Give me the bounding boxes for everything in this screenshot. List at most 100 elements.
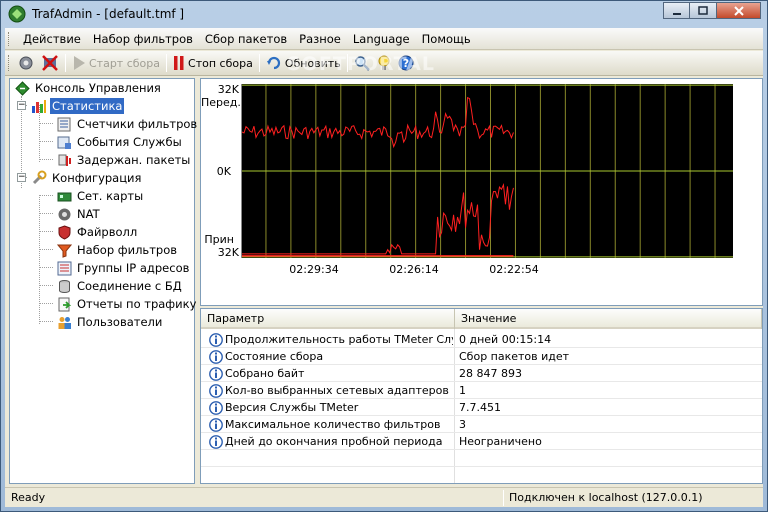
tree-item-label: События Службы <box>77 135 182 149</box>
start-capture-button[interactable]: Старт сбора <box>69 52 163 74</box>
wrench-icon <box>32 170 47 185</box>
pause-icon <box>174 56 184 70</box>
tree-item-statistics[interactable]: Статистика <box>31 97 125 115</box>
maximize-button[interactable] <box>690 2 717 19</box>
settings-button[interactable] <box>14 52 38 74</box>
graph-top-value: 32K <box>217 83 239 96</box>
tree-item-nat[interactable]: NAT <box>56 205 102 223</box>
parameter-value: Сбор пакетов идет <box>459 350 570 363</box>
tree-item-label: Консоль Управления <box>35 81 161 95</box>
traffic-graph-panel: 32K Перед. 0K Прин 32K 02:29:34 02:26:14… <box>200 78 763 306</box>
tree-item-label: Группы IP адресов <box>77 261 190 275</box>
tree-item-traffic-reports[interactable]: Отчеты по трафику <box>56 295 198 313</box>
tree-item-label: Статистика <box>50 98 125 114</box>
graph-top-label: Перед. <box>201 96 241 109</box>
stop-capture-button[interactable]: Стоп сбора <box>170 52 256 74</box>
tree-item-users[interactable]: Пользователи <box>56 313 164 331</box>
tree-item-configuration[interactable]: Конфигурация <box>31 169 143 187</box>
parameter-name: Состояние сбора <box>225 350 324 363</box>
menu-packet-capture[interactable]: Сбор пакетов <box>199 32 293 46</box>
menu-bar: Действие Набор фильтров Сбор пакетов Раз… <box>5 28 763 50</box>
traffic-graph <box>241 84 733 258</box>
parameter-name: Дней до окончания пробной периода <box>225 435 443 448</box>
column-header-value[interactable]: Значение <box>455 309 762 329</box>
table-row[interactable]: Состояние сбора Сбор пакетов идет <box>201 348 762 365</box>
menu-action[interactable]: Действие <box>17 32 87 46</box>
client-area: Действие Набор фильтров Сбор пакетов Раз… <box>5 28 763 507</box>
tree-item-filter-counters[interactable]: Счетчики фильтров <box>56 115 199 133</box>
status-divider <box>503 490 504 506</box>
users-icon <box>58 316 71 329</box>
config-collapse-toggle[interactable]: − <box>17 173 26 182</box>
database-icon <box>58 279 70 293</box>
disconnect-button[interactable] <box>38 52 62 74</box>
menu-filter-set[interactable]: Набор фильтров <box>87 32 199 46</box>
toolbar-grip[interactable] <box>8 55 11 71</box>
parameter-value: Неограничено <box>459 435 542 448</box>
status-connection: Подключен к localhost (127.0.0.1) <box>509 491 703 504</box>
toolbar-separator <box>65 54 66 72</box>
table-row[interactable]: Максимальное количество фильтров 3 <box>201 416 762 433</box>
toolbar-separator <box>166 54 168 72</box>
tree-item-label: Задержан. пакеты <box>77 153 191 167</box>
window-title: TrafAdmin - [default.tmf ] <box>32 7 185 21</box>
table-row[interactable]: Собрано байт 28 847 893 <box>201 365 762 382</box>
info-icon <box>209 332 223 347</box>
tree-item-console-root[interactable]: Консоль Управления <box>14 79 163 97</box>
column-header-parameter[interactable]: Параметр <box>201 309 455 329</box>
network-card-icon <box>57 192 71 201</box>
tree-item-service-events[interactable]: События Службы <box>56 133 184 151</box>
refresh-icon <box>266 56 280 70</box>
bar-chart-icon <box>32 100 46 113</box>
close-button[interactable] <box>717 2 761 19</box>
table-row[interactable]: Версия Службы TMeter 7.7.451 <box>201 399 762 416</box>
graph-mid-value: 0K <box>216 165 231 178</box>
console-icon <box>14 80 30 96</box>
tree-item-label: NAT <box>77 207 100 221</box>
maximize-icon <box>698 5 708 15</box>
navigation-tree: − − Консоль Управления Статистика Счетчи… <box>9 78 198 484</box>
menu-help[interactable]: Помощь <box>416 32 477 46</box>
tree-item-ip-groups[interactable]: Группы IP адресов <box>56 259 191 277</box>
parameters-table: Параметр Значение Продолжительность рабо… <box>200 308 763 484</box>
graph-bottom-label: Прин <box>204 233 234 246</box>
nat-icon <box>58 208 70 220</box>
info-icon <box>209 400 223 415</box>
table-row[interactable]: Дней до окончания пробной периода Неогран… <box>201 433 762 450</box>
minimize-icon <box>672 12 681 15</box>
parameter-cell: Собрано байт <box>209 365 453 382</box>
tree-item-label: Счетчики фильтров <box>77 117 198 131</box>
parameter-value: 3 <box>459 418 466 431</box>
tree-item-label: Соединение с БД <box>77 279 182 293</box>
packet-icon <box>58 154 71 166</box>
menu-language[interactable]: Language <box>347 32 416 46</box>
tree-item-db-connection[interactable]: Соединение с БД <box>56 277 184 295</box>
parameter-cell: Продолжительность работы TMeter Служ... <box>209 331 453 348</box>
close-icon <box>733 5 744 16</box>
table-row[interactable]: Кол-во выбранных сетевых адаптеров 1 <box>201 382 762 399</box>
parameter-value: 7.7.451 <box>459 401 501 414</box>
stats-collapse-toggle[interactable]: − <box>17 101 26 110</box>
trafadmin-app-icon <box>8 5 26 23</box>
tree-item-delayed-packets[interactable]: Задержан. пакеты <box>56 151 192 169</box>
toolbar: Старт сбора Стоп сбора Обновить ? SOFTPO… <box>5 51 763 76</box>
shield-icon <box>58 224 70 240</box>
menu-grip[interactable] <box>8 31 11 46</box>
table-row[interactable]: Продолжительность работы TMeter Служ... 0… <box>201 331 762 348</box>
tree-item-filter-set[interactable]: Набор фильтров <box>56 241 179 259</box>
info-icon <box>209 366 223 381</box>
tree-item-firewall[interactable]: Файрволл <box>56 223 139 241</box>
gear-icon <box>19 56 33 70</box>
title-bar[interactable]: TrafAdmin - [default.tmf ] <box>1 1 767 28</box>
minimize-button[interactable] <box>663 2 690 19</box>
parameter-name: Максимальное количество фильтров <box>225 418 441 431</box>
status-ready: Ready <box>11 491 46 504</box>
menu-misc[interactable]: Разное <box>293 32 347 46</box>
watermark: SOFTPORTAL <box>287 53 435 75</box>
parameter-name: Собрано байт <box>225 367 305 380</box>
tree-item-network-cards[interactable]: Сет. карты <box>56 187 145 205</box>
time-tick: 02:22:54 <box>489 263 539 276</box>
funnel-icon <box>56 244 72 258</box>
status-bar: Ready Подключен к localhost (127.0.0.1) <box>5 487 763 507</box>
stop-capture-label: Стоп сбора <box>188 56 253 70</box>
